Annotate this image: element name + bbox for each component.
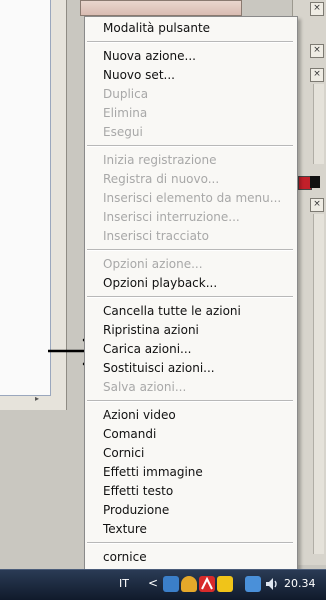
panel-close-icon[interactable]: × xyxy=(310,198,324,212)
image-canvas-preview xyxy=(80,0,242,16)
panel-scrollbar[interactable] xyxy=(313,84,324,164)
menu-item-registra-di-nuovo: Registra di nuovo... xyxy=(103,172,220,186)
menu-item-carica-azioni[interactable]: Carica azioni... xyxy=(103,340,293,359)
volume-icon[interactable] xyxy=(264,576,280,592)
menu-item-esegui: Esegui xyxy=(103,125,143,139)
menu-item-texture[interactable]: Texture xyxy=(103,520,293,539)
taskbar: IT < 20.34 xyxy=(0,569,326,600)
menu-separator xyxy=(87,41,293,43)
menu-item-salva-azioni: Salva azioni... xyxy=(103,380,187,394)
menu-item-inserisci-tracciato: Inserisci tracciato xyxy=(103,229,209,243)
menu-item-cancella-tutte-le-azioni[interactable]: Cancella tutte le azioni xyxy=(103,302,293,321)
network-icon[interactable] xyxy=(245,576,261,592)
menu-item-sostituisci-azioni[interactable]: Sostituisci azioni... xyxy=(103,359,293,378)
menu-item-elimina: Elimina xyxy=(103,106,148,120)
menu-item-cornici[interactable]: Cornici xyxy=(103,444,293,463)
menu-separator xyxy=(87,542,293,544)
menu-separator xyxy=(87,249,293,251)
menu-item-opzioni-azione: Opzioni azione... xyxy=(103,257,203,271)
background-color-swatch[interactable] xyxy=(310,176,320,188)
menu-item-inserisci-elemento-da-menu: Inserisci elemento da menu... xyxy=(103,191,282,205)
menu-item-comandi[interactable]: Comandi xyxy=(103,425,293,444)
menu-item-effetti-immagine[interactable]: Effetti immagine xyxy=(103,463,293,482)
actions-panel-context-menu: Modalità pulsante Nuova azione... Nuovo … xyxy=(84,16,298,571)
tray-clock[interactable]: 20.34 xyxy=(284,577,316,590)
battery-icon[interactable] xyxy=(217,576,233,592)
panel-close-icon[interactable]: × xyxy=(310,44,324,58)
menu-item-inizia-registrazione: Inizia registrazione xyxy=(103,153,217,167)
actions-list-area[interactable] xyxy=(0,0,51,396)
panel-close-icon[interactable]: × xyxy=(310,2,324,16)
menu-item-nuova-azione[interactable]: Nuova azione... xyxy=(103,47,293,66)
panel-scrollbar[interactable] xyxy=(313,214,324,554)
tray-expand-icon[interactable]: < xyxy=(148,576,158,590)
menu-item-inserisci-interruzione: Inserisci interruzione... xyxy=(103,210,240,224)
menu-item-nuovo-set[interactable]: Nuovo set... xyxy=(103,66,293,85)
menu-separator xyxy=(87,145,293,147)
menu-separator xyxy=(87,400,293,402)
network-users-icon[interactable] xyxy=(163,576,179,592)
language-indicator[interactable]: IT xyxy=(119,577,129,590)
scroll-down-arrow-icon[interactable]: ▸ xyxy=(35,394,39,403)
menu-item-cornice[interactable]: cornice xyxy=(103,548,293,567)
menu-item-ripristina-azioni[interactable]: Ripristina azioni xyxy=(103,321,293,340)
menu-item-effetti-testo[interactable]: Effetti testo xyxy=(103,482,293,501)
menu-item-opzioni-playback[interactable]: Opzioni playback... xyxy=(103,274,293,293)
menu-item-duplica: Duplica xyxy=(103,87,149,101)
notification-bell-icon[interactable] xyxy=(181,576,197,592)
menu-item-modalita-pulsante[interactable]: Modalità pulsante xyxy=(103,19,293,38)
menu-separator xyxy=(87,296,293,298)
panel-close-icon[interactable]: × xyxy=(310,68,324,82)
menu-item-azioni-video[interactable]: Azioni video xyxy=(103,406,293,425)
antivirus-icon[interactable] xyxy=(199,576,215,592)
menu-item-produzione[interactable]: Produzione xyxy=(103,501,293,520)
